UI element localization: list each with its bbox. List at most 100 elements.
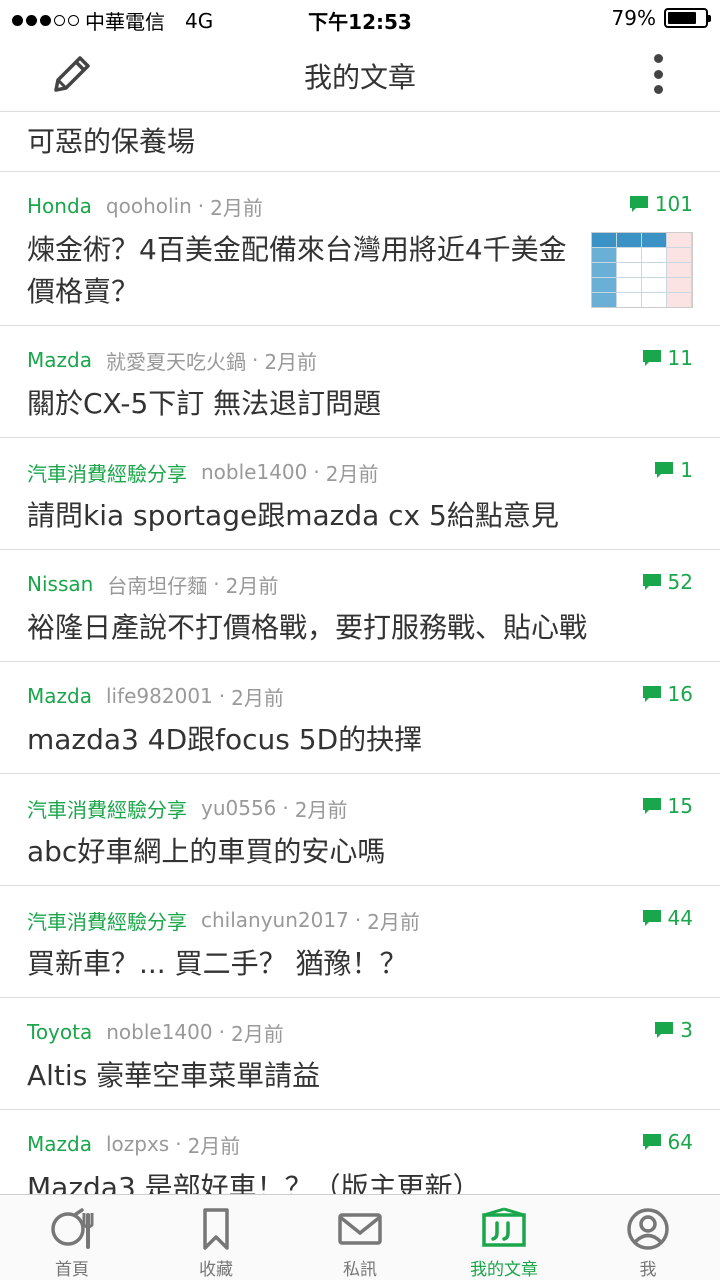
post-title: 煉金術？4百美金配備來台灣用將近4千美金價格賣？ [27,233,567,308]
list-item[interactable]: Mazda 就愛夏天吃火鍋 · 2月前 11 關於CX-5下訂 無法退訂問題 [0,326,720,438]
meta-separator: · [213,572,220,596]
post-title: 可惡的保養場 [27,125,196,158]
post-time: 2月前 [325,461,379,486]
post-author: lozpxs [105,1132,170,1156]
comment-icon [642,1134,661,1150]
meta-separator: · [218,684,226,708]
post-meta: 汽車消費經驗分享 noble1400 · 2月前 [27,457,693,487]
post-time: 2月前 [230,1021,284,1046]
comment-icon [642,798,661,814]
post-author: noble1400 [106,1020,213,1044]
comment-icon [655,1022,674,1038]
comment-icon [642,350,661,366]
post-author: 就愛夏天吃火鍋 [105,349,246,374]
post-board[interactable]: Nissan [27,572,93,596]
comment-count: 11 [642,346,693,370]
list-item[interactable]: Toyota noble1400 · 2月前 3 Altis 豪華空車菜單請益 [0,998,720,1110]
post-meta: Honda qooholin · 2月前 [27,191,693,221]
tab-messages[interactable]: 私訊 [288,1195,432,1280]
post-title: abc好車網上的車買的安心嗎 [27,835,386,868]
screen: 中華電信 4G 下午12:53 79% 我的文章 可惡的保養場 Honda qo… [0,0,720,1280]
meta-separator: · [354,908,362,932]
post-author: yu0556 [201,796,277,820]
comment-count: 15 [642,794,693,818]
post-meta: Toyota noble1400 · 2月前 [27,1017,693,1047]
comment-count-value: 64 [667,1130,693,1154]
post-board[interactable]: Mazda [27,348,92,372]
post-time: 2月前 [210,195,263,220]
comment-count-value: 11 [667,346,693,370]
post-author: 台南坦仔麵 [107,573,208,598]
tab-bookmarks[interactable]: 收藏 [144,1195,288,1280]
meta-separator: · [218,1020,225,1044]
tab-profile[interactable]: 我 [576,1195,720,1280]
comment-count-value: 3 [680,1018,693,1042]
comment-count: 52 [642,570,693,594]
post-author: noble1400 [201,460,308,484]
post-title: 裕隆日產說不打價格戰，要打服務戰、貼心戰 [27,611,588,644]
list-item[interactable]: 汽車消費經驗分享 chilanyun2017 · 2月前 44 買新車？... … [0,886,720,998]
post-time: 2月前 [231,685,284,710]
comment-count: 44 [642,906,693,930]
meta-separator: · [197,194,205,218]
post-meta: Mazda 就愛夏天吃火鍋 · 2月前 [27,345,693,375]
tab-label: 我 [639,1260,657,1280]
more-vertical-icon [653,54,663,63]
post-board[interactable]: Honda [27,194,92,218]
tab-label: 私訊 [343,1260,377,1280]
battery-icon [664,8,711,28]
list-item[interactable]: Mazda lozpxs · 2月前 64 Mazda3 是部好車！？（版主更新… [0,1110,720,1194]
post-time: 2月前 [264,349,318,374]
post-author: chilanyun2017 [201,908,349,932]
comment-count: 16 [642,682,693,706]
article-list[interactable]: 可惡的保養場 Honda qooholin · 2月前 101 煉金術？4百美金… [0,112,720,1194]
mail-icon [338,1213,382,1245]
meta-separator: · [313,460,320,484]
post-meta: Mazda lozpxs · 2月前 [27,1129,693,1159]
post-meta: Nissan 台南坦仔麵 · 2月前 [27,569,693,599]
comment-count: 1 [654,458,693,482]
tab-label: 我的文章 [470,1260,538,1280]
comment-count: 3 [654,1018,693,1042]
home-icon [51,1208,94,1249]
more-options-button[interactable] [648,54,668,94]
post-time: 2月前 [294,797,348,822]
post-author: life982001 [105,684,213,708]
comment-count: 101 [629,192,693,216]
post-board[interactable]: 汽車消費經驗分享 [27,794,187,823]
meta-separator: · [175,1132,182,1156]
list-item[interactable]: 汽車消費經驗分享 noble1400 · 2月前 1 請問kia sportag… [0,438,720,550]
post-title: mazda3 4D跟focus 5D的抉擇 [27,723,423,756]
bookmark-icon [203,1208,229,1250]
tab-home[interactable]: 首頁 [0,1195,144,1280]
post-board[interactable]: 汽車消費經驗分享 [27,458,187,487]
post-board[interactable]: Toyota [27,1020,92,1044]
post-title: 買新車？... 買二手？ 猶豫！？ [27,947,408,980]
list-item[interactable]: Nissan 台南坦仔麵 · 2月前 52 裕隆日產說不打價格戰，要打服務戰、貼… [0,550,720,662]
post-author: qooholin [105,194,192,218]
post-board[interactable]: Mazda [27,684,92,708]
post-time: 2月前 [225,573,279,598]
comment-icon [629,196,648,212]
tab-my-articles[interactable]: 我的文章 [432,1195,576,1280]
post-meta: 汽車消費經驗分享 yu0556 · 2月前 [27,793,693,823]
post-title: Mazda3 是部好車！？（版主更新） [27,1171,481,1194]
comment-icon [642,910,661,926]
post-thumbnail [591,232,693,308]
list-item[interactable]: Mazda life982001 · 2月前 16 mazda3 4D跟focu… [0,662,720,774]
meta-separator: · [251,348,259,372]
comment-count-value: 44 [667,906,693,930]
post-time: 2月前 [187,1133,241,1158]
post-title: 請問kia sportage跟mazda cx 5給點意見 [27,499,559,532]
post-meta: 汽車消費經驗分享 chilanyun2017 · 2月前 [27,905,693,935]
tab-bar: 首頁 收藏 私訊 我的文章 我 [0,1194,720,1280]
post-title: 關於CX-5下訂 無法退訂問題 [27,387,382,420]
list-item-partial[interactable]: 可惡的保養場 [0,112,720,172]
profile-icon [627,1208,669,1250]
list-item[interactable]: 汽車消費經驗分享 yu0556 · 2月前 15 abc好車網上的車買的安心嗎 [0,774,720,886]
post-board[interactable]: 汽車消費經驗分享 [27,906,187,935]
list-item[interactable]: Honda qooholin · 2月前 101 煉金術？4百美金配備來台灣用將… [0,172,720,326]
comment-icon [642,686,661,702]
tab-label: 首頁 [55,1260,89,1280]
post-board[interactable]: Mazda [27,1132,92,1156]
